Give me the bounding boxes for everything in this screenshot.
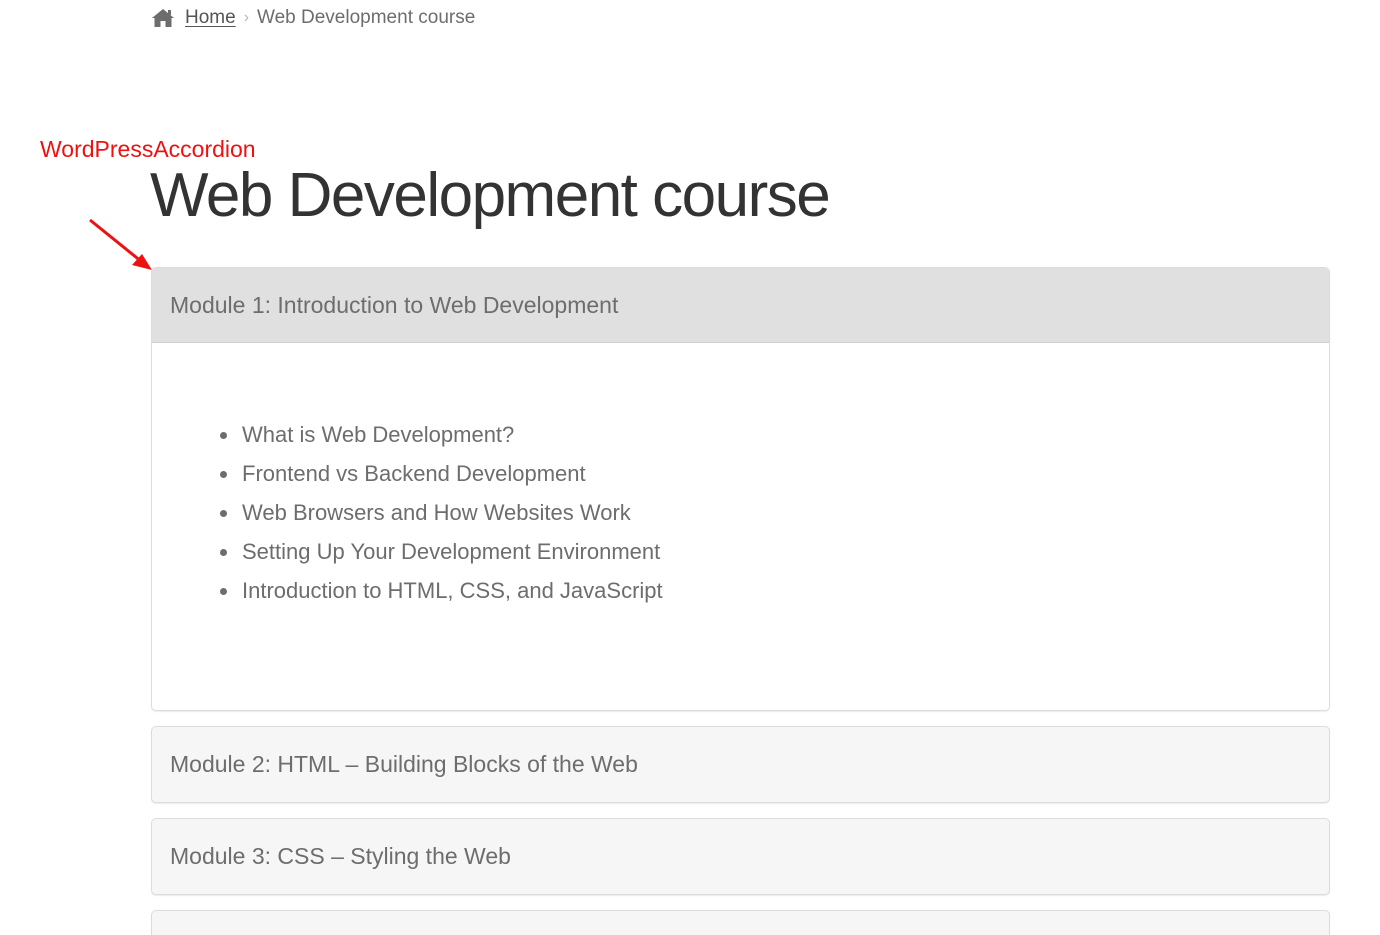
accordion-panel-module-1: What is Web Development? Frontend vs Bac… bbox=[152, 343, 1329, 710]
list-item: Frontend vs Backend Development bbox=[220, 454, 1329, 493]
list-item: Setting Up Your Development Environment bbox=[220, 532, 1329, 571]
list-item: Web Browsers and How Websites Work bbox=[220, 493, 1329, 532]
page: Home › Web Development course WordPressA… bbox=[0, 0, 1380, 935]
accordion-item-module-2: Module 2: HTML – Building Blocks of the … bbox=[151, 726, 1330, 803]
breadcrumb-current: Web Development course bbox=[257, 7, 476, 28]
list-item: Introduction to HTML, CSS, and JavaScrip… bbox=[220, 571, 1329, 610]
accordion-header-module-3[interactable]: Module 3: CSS – Styling the Web bbox=[152, 819, 1329, 894]
accordion-item-module-3: Module 3: CSS – Styling the Web bbox=[151, 818, 1330, 895]
accordion-item-module-1: Module 1: Introduction to Web Developmen… bbox=[151, 267, 1330, 711]
breadcrumb-separator: › bbox=[243, 9, 250, 26]
breadcrumb: Home › Web Development course bbox=[151, 4, 475, 32]
topic-list: What is Web Development? Frontend vs Bac… bbox=[152, 415, 1329, 610]
list-item: What is Web Development? bbox=[220, 415, 1329, 454]
accordion-item-next[interactable] bbox=[151, 910, 1330, 935]
accordion-header-module-1[interactable]: Module 1: Introduction to Web Developmen… bbox=[152, 268, 1329, 343]
breadcrumb-home-link[interactable]: Home bbox=[185, 7, 236, 29]
accordion: Module 1: Introduction to Web Developmen… bbox=[151, 267, 1330, 935]
home-icon bbox=[152, 9, 174, 27]
accordion-header-module-2[interactable]: Module 2: HTML – Building Blocks of the … bbox=[152, 727, 1329, 802]
page-title: Web Development course bbox=[150, 161, 831, 230]
